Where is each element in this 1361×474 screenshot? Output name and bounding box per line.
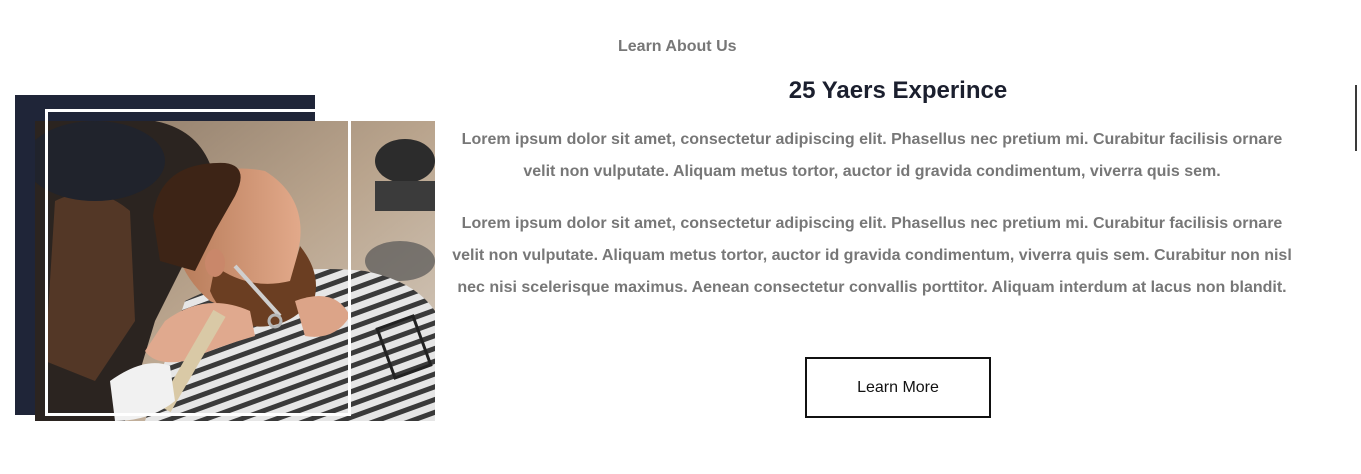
decorative-white-frame: [45, 109, 351, 416]
section-eyebrow: Learn About Us: [618, 38, 737, 55]
about-paragraph-2: Lorem ipsum dolor sit amet, consectetur …: [452, 215, 1292, 296]
scrollbar-thumb[interactable]: [1355, 85, 1357, 151]
learn-more-button[interactable]: Learn More: [805, 357, 991, 418]
about-paragraph-1: Lorem ipsum dolor sit amet, consectetur …: [461, 131, 1283, 180]
section-heading: 25 Yaers Experince: [788, 77, 1008, 104]
